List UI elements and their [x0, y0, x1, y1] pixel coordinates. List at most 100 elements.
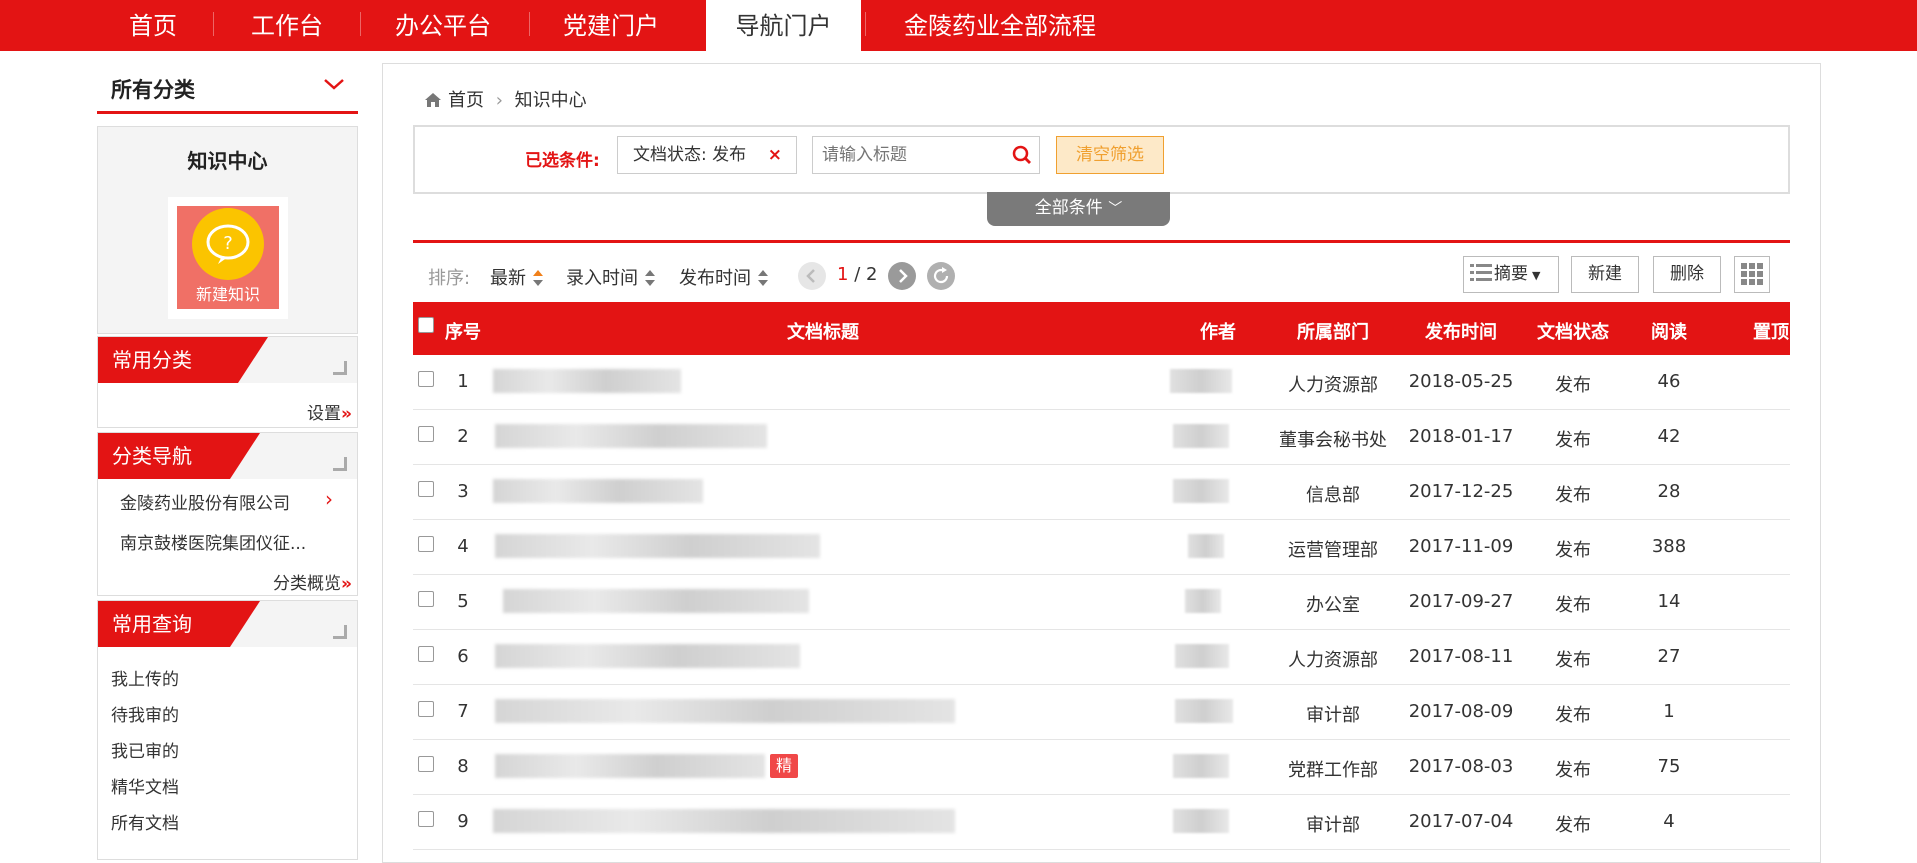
row-reads: 28: [1657, 481, 1681, 502]
row-checkbox[interactable]: [418, 811, 434, 827]
resize-corner-icon: [333, 457, 347, 471]
chevron-down-icon: ﹀: [1108, 201, 1123, 217]
table-row[interactable]: 7 审计部 2017-08-09 发布 1: [413, 685, 1790, 740]
close-icon[interactable]: ×: [768, 137, 782, 173]
clear-filter-button[interactable]: 清空筛选: [1056, 136, 1164, 174]
row-checkbox[interactable]: [418, 481, 434, 497]
sort-icon: [645, 270, 655, 286]
query-item-all-docs[interactable]: 所有文档: [111, 809, 179, 834]
breadcrumb-home[interactable]: 首页: [448, 90, 484, 111]
row-index: 1: [457, 371, 469, 392]
search-icon[interactable]: [1012, 145, 1032, 165]
col-title: 文档标题: [787, 322, 859, 343]
new-knowledge-button[interactable]: ? 新建知识: [168, 197, 288, 319]
nav-item-office-platform[interactable]: 办公平台: [378, 0, 508, 51]
row-checkbox[interactable]: [418, 591, 434, 607]
filter-label: 已选条件:: [525, 151, 600, 171]
nav-item-workbench[interactable]: 工作台: [232, 0, 342, 51]
row-title-redacted[interactable]: [495, 699, 955, 723]
row-title-redacted[interactable]: [503, 589, 809, 613]
page-current: 1: [837, 264, 849, 285]
row-title-redacted[interactable]: [495, 754, 765, 778]
row-title-redacted[interactable]: [495, 534, 820, 558]
row-title-redacted[interactable]: [493, 479, 703, 503]
category-title: 所有分类: [111, 78, 195, 102]
nav-item-party-portal[interactable]: 党建门户: [546, 0, 676, 51]
col-index: 序号: [445, 322, 481, 343]
breadcrumb-separator: ›: [495, 90, 503, 111]
nav-item-all-processes[interactable]: 金陵药业全部流程: [885, 0, 1115, 51]
row-author-redacted: [1175, 644, 1229, 668]
delete-button[interactable]: 删除: [1653, 256, 1721, 293]
settings-link[interactable]: 设置››: [307, 399, 352, 424]
row-dept: 审计部: [1306, 705, 1360, 726]
featured-badge: 精: [770, 754, 798, 778]
sort-latest[interactable]: 最新: [490, 264, 544, 290]
row-checkbox[interactable]: [418, 536, 434, 552]
sort-entry-time[interactable]: 录入时间: [566, 264, 656, 290]
category-selector[interactable]: 所有分类: [97, 62, 358, 114]
chevron-left-icon: [806, 269, 815, 283]
row-checkbox[interactable]: [418, 371, 434, 387]
all-conditions-toggle[interactable]: 全部条件 ﹀: [987, 192, 1170, 226]
query-item-reviewed[interactable]: 我已审的: [111, 737, 179, 762]
chevron-right-icon: [899, 269, 908, 283]
nav-item-home[interactable]: 首页: [98, 0, 208, 51]
next-page-button[interactable]: [888, 262, 916, 290]
row-reads: 42: [1657, 426, 1681, 447]
table-row[interactable]: 1 人力资源部 2018-05-25 发布 46: [413, 355, 1790, 410]
row-index: 8: [457, 756, 469, 777]
nav-separator: [529, 12, 530, 36]
row-checkbox[interactable]: [418, 756, 434, 772]
category-nav-item-gulou[interactable]: 南京鼓楼医院集团仪征...: [120, 529, 306, 554]
table-row[interactable]: 2 董事会秘书处 2018-01-17 发布 42: [413, 410, 1790, 465]
row-dept: 人力资源部: [1288, 375, 1378, 396]
view-mode-select[interactable]: 摘要 ▼: [1463, 256, 1559, 293]
table-row[interactable]: 5 办公室 2017-09-27 发布 14: [413, 575, 1790, 630]
table-row[interactable]: 9 审计部 2017-07-04 发布 4: [413, 795, 1790, 850]
double-chevron-right-icon: ››: [340, 574, 352, 594]
grid-view-button[interactable]: [1734, 256, 1770, 293]
table-row[interactable]: 4 运营管理部 2017-11-09 发布 388: [413, 520, 1790, 575]
table-row[interactable]: 3 信息部 2017-12-25 发布 28: [413, 465, 1790, 520]
chevron-down-icon[interactable]: [322, 72, 346, 96]
table-header: 序号 文档标题 作者 所属部门 发布时间 文档状态 阅读 置顶: [413, 302, 1790, 355]
refresh-button[interactable]: [927, 262, 955, 290]
chevron-right-icon[interactable]: ›: [325, 487, 333, 511]
row-index: 2: [457, 426, 469, 447]
search-box: [812, 136, 1040, 174]
row-dept: 人力资源部: [1288, 650, 1378, 671]
new-knowledge-label: 新建知识: [195, 285, 260, 304]
top-nav: 首页 工作台 办公平台 党建门户 导航门户 金陵药业全部流程: [0, 0, 1917, 51]
select-all-checkbox[interactable]: [418, 317, 434, 333]
category-nav-item-jinling[interactable]: 金陵药业股份有限公司: [120, 489, 290, 514]
new-button[interactable]: 新建: [1571, 256, 1639, 293]
filter-tag-status: 文档状态: 发布 ×: [617, 136, 797, 174]
category-overview-link[interactable]: 分类概览››: [273, 569, 352, 594]
query-item-pending-review[interactable]: 待我审的: [111, 701, 179, 726]
svg-text:?: ?: [223, 233, 233, 254]
row-checkbox[interactable]: [418, 646, 434, 662]
query-item-featured[interactable]: 精华文档: [111, 773, 179, 798]
search-input[interactable]: [813, 137, 1003, 173]
row-checkbox[interactable]: [418, 701, 434, 717]
row-title-redacted[interactable]: [495, 424, 767, 448]
row-author-redacted: [1173, 754, 1229, 778]
table-row[interactable]: 6 人力资源部 2017-08-11 发布 27: [413, 630, 1790, 685]
table-row[interactable]: 8 精 党群工作部 2017-08-03 发布 75: [413, 740, 1790, 795]
sort-publish-time[interactable]: 发布时间: [679, 264, 769, 290]
nav-separator: [360, 12, 361, 36]
row-title-redacted[interactable]: [493, 809, 955, 833]
nav-item-navigation-portal[interactable]: 导航门户: [706, 0, 861, 51]
divider: [413, 240, 1790, 243]
category-nav-panel: 分类导航 金陵药业股份有限公司 › 南京鼓楼医院集团仪征... 分类概览››: [97, 432, 358, 596]
row-title-redacted[interactable]: [495, 644, 800, 668]
row-checkbox[interactable]: [418, 426, 434, 442]
breadcrumb: 首页 › 知识中心: [424, 86, 587, 112]
prev-page-button[interactable]: [798, 262, 826, 290]
row-reads: 46: [1657, 371, 1681, 392]
row-dept: 审计部: [1306, 815, 1360, 836]
query-item-uploaded[interactable]: 我上传的: [111, 665, 179, 690]
row-index: 7: [457, 701, 469, 722]
row-title-redacted[interactable]: [493, 369, 681, 393]
